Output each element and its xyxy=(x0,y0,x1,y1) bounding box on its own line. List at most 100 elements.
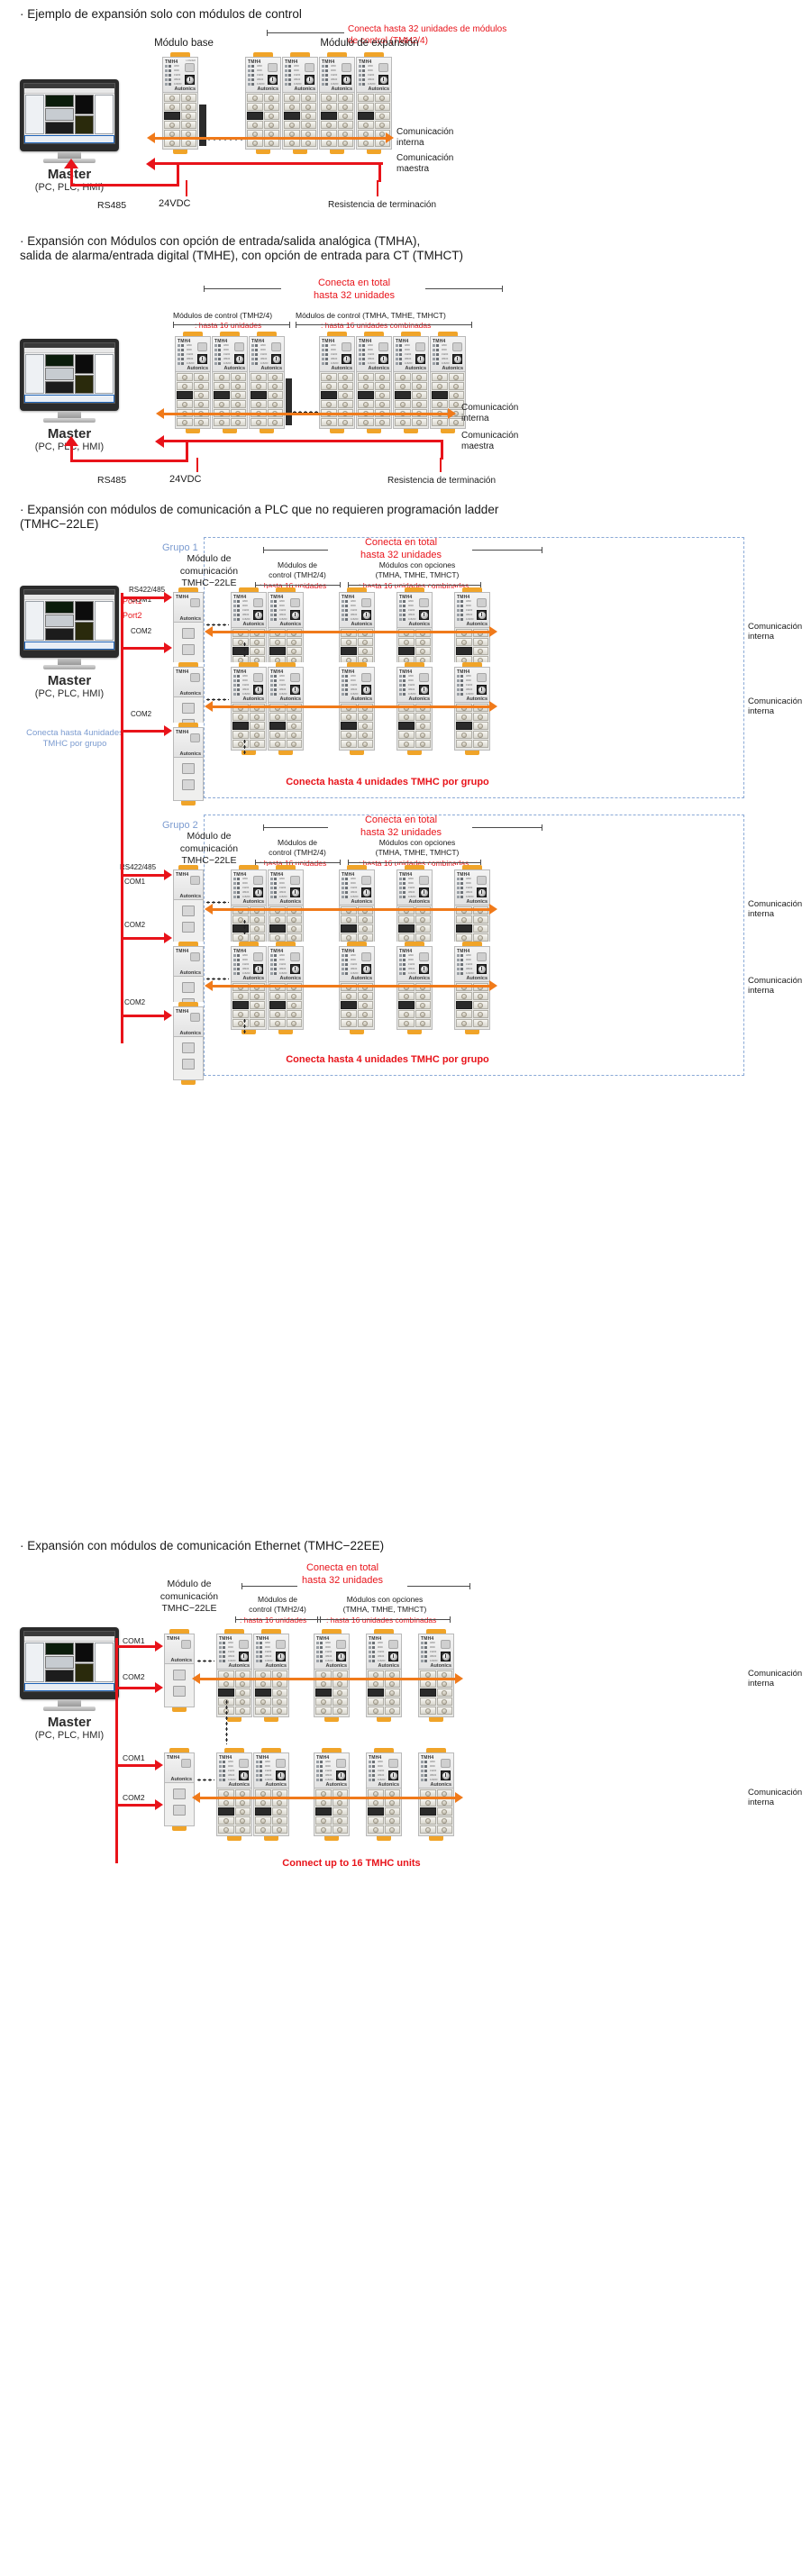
s3-branch-h-1 xyxy=(121,596,168,599)
brand-label: Autonics xyxy=(179,691,201,696)
address-dial[interactable] xyxy=(239,1770,249,1780)
address-dial[interactable] xyxy=(477,887,487,897)
rj45-port-2[interactable] xyxy=(182,644,195,655)
rj45-port-1[interactable] xyxy=(182,1042,195,1053)
address-dial[interactable] xyxy=(419,685,429,695)
ethernet-port-1[interactable] xyxy=(173,1789,186,1799)
rj45-port-1[interactable] xyxy=(182,982,195,993)
address-dial[interactable] xyxy=(290,685,300,695)
s3-branch-arrow-3 xyxy=(164,725,172,736)
rj45-port-1[interactable] xyxy=(182,906,195,916)
rj45-port-2[interactable] xyxy=(182,779,195,790)
address-dial[interactable] xyxy=(388,1652,398,1661)
brand-label: Autonics xyxy=(170,1658,192,1663)
master-comm-term-v-2 xyxy=(441,440,443,460)
loader-port xyxy=(290,876,300,885)
address-dial[interactable] xyxy=(361,887,371,897)
address-dial[interactable] xyxy=(336,1770,346,1780)
loader-port xyxy=(185,63,195,72)
s4-com2-label-2: COM2 xyxy=(123,1793,145,1802)
address-dial[interactable] xyxy=(361,610,371,620)
s4-ctrl-module-2b: TMH4 4800 9600 19200 38400 115200 Autoni… xyxy=(253,1748,289,1841)
address-dial[interactable] xyxy=(419,610,429,620)
address-dial[interactable] xyxy=(276,1770,286,1780)
address-dial[interactable] xyxy=(342,75,351,85)
master-label-4: Master (PC, PLC, HMI) xyxy=(20,1715,119,1741)
label-terminator-2: Resistencia de terminación xyxy=(387,476,497,486)
address-dial[interactable] xyxy=(268,75,278,85)
address-dial[interactable] xyxy=(253,610,263,620)
s4-opt-module-2b: TMH4 4800 9600 19200 38400 115200 Autoni… xyxy=(366,1748,402,1841)
address-dial[interactable] xyxy=(253,964,263,974)
s3-g2-tmhc-module-3: TMH4 Autonics xyxy=(173,1002,204,1085)
address-dial[interactable] xyxy=(419,887,429,897)
rj45-port-1[interactable] xyxy=(182,628,195,639)
address-dial[interactable] xyxy=(388,1770,398,1780)
s3-label-internal-comm-2: Comunicación interna xyxy=(748,696,803,717)
section2-left-group-value: : hasta 16 unidades xyxy=(195,321,262,330)
loader-port xyxy=(477,673,487,682)
rj45-port-2[interactable] xyxy=(182,922,195,933)
s3-ctrl-modules-label-1: Módulos de control (TMH2/4) xyxy=(269,560,326,579)
s4-vertical-dots xyxy=(225,1699,228,1744)
ethernet-port-1[interactable] xyxy=(173,1670,186,1680)
rj45-port-1[interactable] xyxy=(182,763,195,774)
s3-g2-tmhc-module-1: TMH4 Autonics xyxy=(173,865,204,948)
rs485-line-h-1 xyxy=(70,184,179,187)
address-dial[interactable] xyxy=(290,964,300,974)
brand-label: Autonics xyxy=(265,1663,287,1669)
address-dial[interactable] xyxy=(441,1652,451,1661)
ethernet-port-2[interactable] xyxy=(173,1686,186,1697)
address-dial[interactable] xyxy=(378,75,388,85)
rs485-line-up-2 xyxy=(70,445,73,461)
rj45-port-2[interactable] xyxy=(182,1059,195,1070)
address-dial[interactable] xyxy=(361,685,371,695)
section3-title: · Expansión con módulos de comunicación … xyxy=(20,503,499,532)
address-dial[interactable] xyxy=(305,75,314,85)
address-dial[interactable] xyxy=(477,610,487,620)
brand-label: Autonics xyxy=(430,1663,451,1669)
loader-port xyxy=(190,598,200,607)
s3-branch-arrow-1 xyxy=(164,592,172,603)
s3-internal-comm-line-1 xyxy=(213,631,492,633)
address-dial[interactable] xyxy=(290,610,300,620)
address-dial[interactable] xyxy=(342,354,351,364)
address-dial[interactable] xyxy=(477,685,487,695)
internal-comm-arrow-left-1 xyxy=(147,132,155,143)
loader-port xyxy=(276,1640,286,1649)
s3-com2-label-4: COM2 xyxy=(124,998,146,1006)
brand-label: Autonics xyxy=(408,899,430,905)
address-dial[interactable] xyxy=(415,354,425,364)
rs485-arrow-up-1 xyxy=(64,159,78,168)
s4-trunk-v xyxy=(115,1638,118,1863)
address-dial[interactable] xyxy=(276,1652,286,1661)
brand-label: Autonics xyxy=(351,899,372,905)
s4-branch-h-1 xyxy=(115,1645,159,1648)
s3-side-note: Conecta hasta 4unidades TMHC por grupo xyxy=(26,728,123,750)
address-dial[interactable] xyxy=(336,1652,346,1661)
ethernet-port-2[interactable] xyxy=(173,1805,186,1816)
address-dial[interactable] xyxy=(239,1652,249,1661)
address-dial[interactable] xyxy=(234,354,244,364)
rs485-line-up-1 xyxy=(70,168,73,186)
s4-com1-label-1: COM1 xyxy=(123,1636,145,1645)
loader-port xyxy=(477,598,487,607)
s4-tmhc-module-2: TMH4 Autonics xyxy=(164,1748,195,1831)
address-dial[interactable] xyxy=(185,75,195,85)
master-name: Master xyxy=(47,673,92,688)
address-dial[interactable] xyxy=(441,1770,451,1780)
address-dial[interactable] xyxy=(253,887,263,897)
brand-label: Autonics xyxy=(174,86,196,92)
address-dial[interactable] xyxy=(361,964,371,974)
address-dial[interactable] xyxy=(378,354,388,364)
address-dial[interactable] xyxy=(290,887,300,897)
address-dial[interactable] xyxy=(271,354,281,364)
address-dial[interactable] xyxy=(197,354,207,364)
address-dial[interactable] xyxy=(253,685,263,695)
address-dial[interactable] xyxy=(419,964,429,974)
section2-title: · Expansión con Módulos con opción de en… xyxy=(20,234,463,263)
address-dial[interactable] xyxy=(452,354,462,364)
rj45-port-1[interactable] xyxy=(182,703,195,714)
terminal-block xyxy=(162,93,198,150)
address-dial[interactable] xyxy=(477,964,487,974)
